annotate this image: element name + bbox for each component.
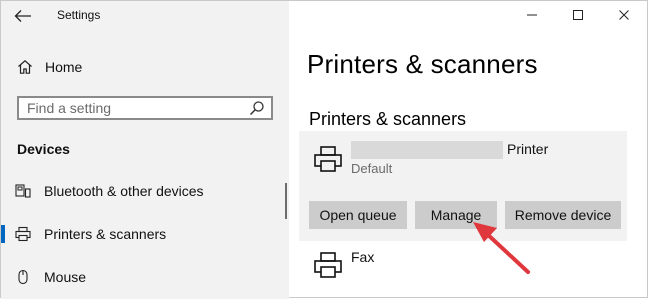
close-button[interactable] (601, 1, 647, 29)
window-title: Settings (57, 8, 101, 22)
home-label: Home (45, 59, 83, 75)
minimize-icon (527, 14, 537, 16)
settings-window: Settings Home Devices Blueto (0, 0, 648, 299)
manage-button[interactable]: Manage (415, 201, 497, 229)
printer-icon (314, 146, 342, 172)
printer-card[interactable]: Printer Default Open queue Manage Remove… (299, 131, 627, 241)
search-input[interactable] (19, 98, 249, 118)
sidebar-item-label: Printers & scanners (44, 226, 167, 242)
page-title: Printers & scanners (307, 49, 538, 79)
open-queue-button[interactable]: Open queue (309, 201, 407, 229)
home-icon (18, 60, 32, 74)
printer-status: Default (351, 161, 393, 176)
sidebar: Settings Home Devices Blueto (1, 1, 289, 299)
mouse-icon (15, 269, 31, 285)
sidebar-item-printers[interactable]: Printers & scanners (1, 220, 289, 248)
printer-name-redacted (351, 141, 503, 159)
section-heading: Printers & scanners (309, 109, 467, 129)
minimize-button[interactable] (509, 1, 555, 29)
sidebar-scrollbar[interactable] (285, 183, 287, 219)
bluetooth-devices-icon (15, 183, 31, 199)
fax-label[interactable]: Fax (351, 249, 374, 265)
printer-name: Printer (507, 141, 549, 157)
remove-device-button[interactable]: Remove device (505, 201, 621, 229)
back-arrow-icon[interactable] (14, 9, 32, 23)
window-controls (509, 1, 647, 29)
sidebar-item-mouse[interactable]: Mouse (1, 263, 289, 291)
fax-icon (314, 252, 342, 278)
maximize-icon (573, 10, 583, 20)
printer-icon (15, 226, 31, 242)
sidebar-item-label: Bluetooth & other devices (44, 183, 204, 199)
search-box (17, 96, 273, 120)
search-icon[interactable] (249, 100, 265, 116)
sidebar-item-bluetooth[interactable]: Bluetooth & other devices (1, 177, 289, 205)
sidebar-item-label: Mouse (44, 269, 87, 285)
home-link[interactable]: Home (17, 57, 82, 77)
close-icon (619, 10, 629, 20)
sidebar-section-title: Devices (17, 141, 70, 157)
maximize-button[interactable] (555, 1, 601, 29)
